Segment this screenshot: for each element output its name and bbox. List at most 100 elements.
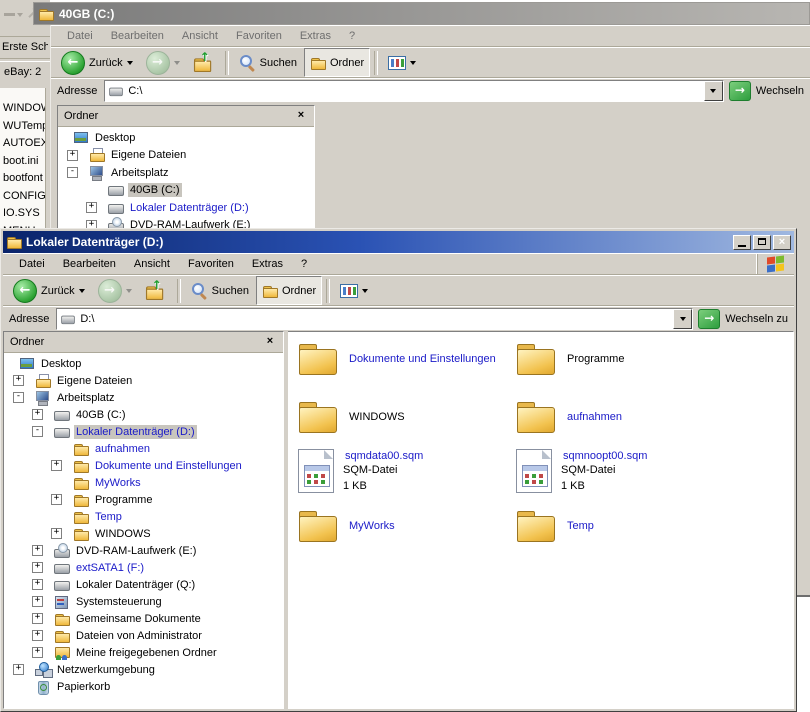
tree-item-temp[interactable]: +Temp xyxy=(4,508,283,525)
tree-item-lokaler-datenträger-q[interactable]: + Lokaler Datenträger (Q:) xyxy=(4,576,283,593)
menu-[interactable]: ? xyxy=(340,28,364,44)
tree-item-netzwerkumgebung[interactable]: + Netzwerkumgebung xyxy=(4,661,283,678)
forward-arrow-icon: → xyxy=(97,278,122,303)
menu-favoriten[interactable]: Favoriten xyxy=(179,256,243,272)
expand-icon[interactable]: + xyxy=(13,375,24,386)
tree-item-40gb-c[interactable]: +40GB (C:) xyxy=(4,406,283,423)
up-button[interactable]: ↑ xyxy=(139,276,173,305)
folder-tile-dokumente-und-einstellungen[interactable]: Dokumente und Einstellungen xyxy=(298,341,508,377)
tree-item-extsata1-f[interactable]: + extSATA1 (F:) xyxy=(4,559,283,576)
tree-item-lokaler-datenträger-d[interactable]: - Lokaler Datenträger (D:) xyxy=(4,423,283,440)
folders-button[interactable]: Ordner xyxy=(255,276,323,305)
tree-item-arbeitsplatz[interactable]: - Arbeitsplatz xyxy=(4,389,283,406)
menu-favoriten[interactable]: Favoriten xyxy=(227,28,291,44)
tree-item-aufnahmen[interactable]: +aufnahmen xyxy=(4,440,283,457)
front-window-titlebar[interactable]: Lokaler Datenträger (D:) × xyxy=(3,231,794,253)
folder-tile-programme[interactable]: Programme xyxy=(516,341,726,377)
views-button[interactable] xyxy=(334,276,374,305)
menu-datei[interactable]: Datei xyxy=(10,256,54,272)
strip-file-bootfont[interactable]: bootfont xyxy=(3,170,45,188)
tree-item-lokaler-datenträger-d[interactable]: + Lokaler Datenträger (D:) xyxy=(58,199,314,217)
expand-icon[interactable]: + xyxy=(67,149,78,161)
tree-item-desktop[interactable]: +Desktop xyxy=(4,355,283,372)
go-button[interactable]: → Wechseln zu xyxy=(698,309,790,329)
address-input[interactable]: C:\ xyxy=(104,80,724,102)
menu-extras[interactable]: Extras xyxy=(291,28,340,44)
expand-icon[interactable]: + xyxy=(32,596,43,607)
expand-icon[interactable]: + xyxy=(32,647,43,658)
search-button[interactable]: Suchen xyxy=(233,48,303,77)
menu-extras[interactable]: Extras xyxy=(243,256,292,272)
tree-item-dvd-ram-laufwerk-e[interactable]: + DVD-RAM-Laufwerk (E:) xyxy=(4,542,283,559)
tree-item-gemeinsame-dokumente[interactable]: + Gemeinsame Dokumente xyxy=(4,610,283,627)
tree-item-eigene-dateien[interactable]: + Eigene Dateien xyxy=(58,147,314,165)
tree-item-papierkorb[interactable]: +Papierkorb xyxy=(4,678,283,695)
tree-item-eigene-dateien[interactable]: + Eigene Dateien xyxy=(4,372,283,389)
back-window-titlebar[interactable]: 40GB (C:) xyxy=(33,2,810,25)
strip-file-window[interactable]: WINDOW xyxy=(3,100,45,118)
tree-item-systemsteuerung[interactable]: + Systemsteuerung xyxy=(4,593,283,610)
strip-file-io-sys[interactable]: IO.SYS xyxy=(3,205,45,223)
up-button[interactable]: ↑ xyxy=(187,48,221,77)
tree-item-programme[interactable]: + Programme xyxy=(4,491,283,508)
go-button[interactable]: → Wechseln xyxy=(728,81,806,101)
expand-icon[interactable]: + xyxy=(32,545,43,556)
collapse-icon[interactable]: - xyxy=(67,167,78,179)
search-button[interactable]: Suchen xyxy=(185,276,255,305)
strip-file-config[interactable]: CONFIG. xyxy=(3,188,45,206)
tree-item-windows[interactable]: + WINDOWS xyxy=(4,525,283,542)
strip-file-wutemp[interactable]: WUTemp xyxy=(3,118,45,136)
tree-item-arbeitsplatz[interactable]: - Arbeitsplatz xyxy=(58,164,314,182)
close-panel-icon[interactable]: × xyxy=(294,109,308,123)
expand-icon[interactable]: + xyxy=(32,562,43,573)
file-tile-sqmdata00-sqm[interactable]: sqmdata00.sqm SQM-Datei 1 KB xyxy=(298,449,508,494)
menu-ansicht[interactable]: Ansicht xyxy=(173,28,227,44)
strip-link-erste-schritte[interactable]: Erste Sch xyxy=(2,41,48,53)
collapse-icon[interactable]: - xyxy=(13,392,24,403)
folders-button[interactable]: Ordner xyxy=(303,48,371,77)
file-tile-sqmnoopt00-sqm[interactable]: sqmnoopt00.sqm SQM-Datei 1 KB xyxy=(516,449,726,494)
minimize-button[interactable] xyxy=(733,234,751,250)
maximize-button[interactable] xyxy=(753,234,771,250)
close-button[interactable]: × xyxy=(773,234,791,250)
menu-[interactable]: ? xyxy=(292,256,316,272)
tree-item-40gb-c[interactable]: +40GB (C:) xyxy=(58,182,314,200)
expand-icon[interactable]: + xyxy=(32,630,43,641)
folder-tile-aufnahmen[interactable]: aufnahmen xyxy=(516,399,726,435)
expand-icon[interactable]: + xyxy=(32,409,43,420)
address-dropdown-button[interactable] xyxy=(673,309,693,329)
forward-button[interactable]: → xyxy=(92,276,138,305)
tree-item-desktop[interactable]: +Desktop xyxy=(58,129,314,147)
tree-item-label: 40GB (C:) xyxy=(128,183,182,198)
views-button[interactable] xyxy=(382,48,422,77)
strip-file-autoex[interactable]: AUTOEX xyxy=(3,135,45,153)
tree-item-myworks[interactable]: +MyWorks xyxy=(4,474,283,491)
expand-icon[interactable]: + xyxy=(13,664,24,675)
expand-icon[interactable]: + xyxy=(51,528,62,539)
expand-icon[interactable]: + xyxy=(51,460,62,471)
expand-icon[interactable]: + xyxy=(32,579,43,590)
close-panel-icon[interactable]: × xyxy=(263,335,277,349)
folder-tile-windows[interactable]: WINDOWS xyxy=(298,399,508,435)
folder-tile-temp[interactable]: Temp xyxy=(516,508,726,544)
address-input[interactable]: D:\ xyxy=(56,308,694,330)
menu-bearbeiten[interactable]: Bearbeiten xyxy=(54,256,125,272)
expand-icon[interactable]: + xyxy=(32,613,43,624)
menu-bearbeiten[interactable]: Bearbeiten xyxy=(102,28,173,44)
expand-icon[interactable]: + xyxy=(86,202,97,214)
address-dropdown-button[interactable] xyxy=(703,81,723,101)
back-button[interactable]: ← Zurück xyxy=(7,276,91,305)
tree-item-meine-freigegebenen-ordner[interactable]: + Meine freigegebenen Ordner xyxy=(4,644,283,661)
expand-icon[interactable]: + xyxy=(51,494,62,505)
menu-datei[interactable]: Datei xyxy=(58,28,102,44)
back-button[interactable]: ← Zurück xyxy=(55,48,139,77)
tree-item-dateien-von-administrator[interactable]: + Dateien von Administrator xyxy=(4,627,283,644)
folder-tile-myworks[interactable]: MyWorks xyxy=(298,508,508,544)
strip-file-boot-ini[interactable]: boot.ini xyxy=(3,153,45,171)
collapse-icon[interactable]: - xyxy=(32,426,43,437)
forward-button[interactable]: → xyxy=(140,48,186,77)
menu-ansicht[interactable]: Ansicht xyxy=(125,256,179,272)
strip-link-ebay[interactable]: eBay: 2 xyxy=(4,66,50,78)
desktop-icon xyxy=(73,130,89,146)
tree-item-dokumente-und-einstellungen[interactable]: + Dokumente und Einstellungen xyxy=(4,457,283,474)
